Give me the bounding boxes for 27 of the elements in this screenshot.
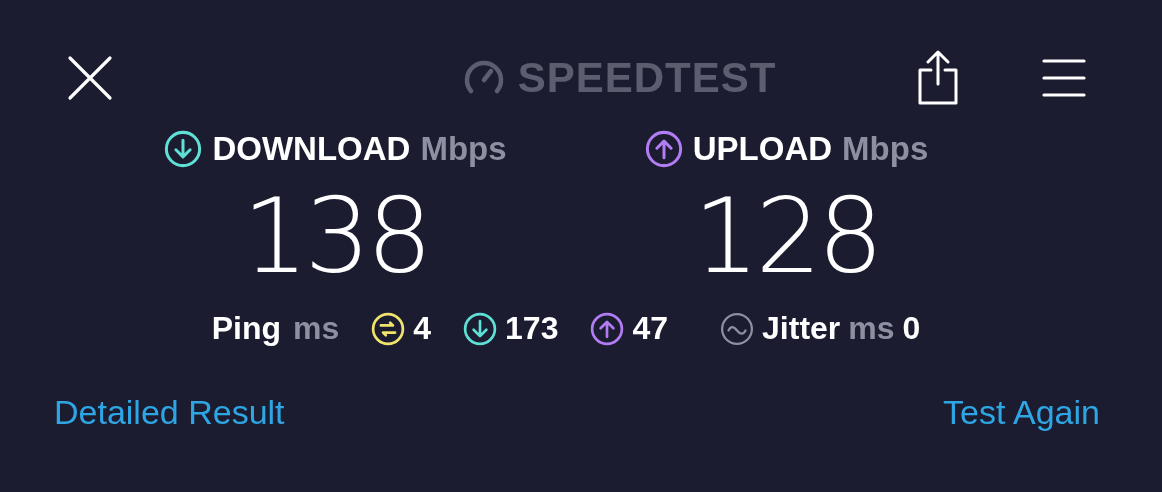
ping-icon (371, 311, 406, 346)
download-icon (463, 311, 498, 346)
menu-icon[interactable] (1042, 58, 1086, 98)
gauge-icon (463, 60, 504, 96)
ping-value: 47 (632, 310, 669, 347)
upload-icon (590, 311, 625, 346)
upload-icon (644, 130, 683, 168)
link[interactable]: Test Again (943, 393, 1100, 432)
share-icon[interactable] (916, 50, 960, 106)
close-icon[interactable] (66, 54, 114, 102)
jitter-icon (720, 311, 755, 346)
speed-value: 138 (242, 176, 429, 296)
link[interactable]: Detailed Result (54, 393, 285, 432)
jitter-value: 0 (902, 310, 921, 347)
ping-value: 173 (505, 310, 559, 347)
app-logo-text: SPEEDTEST (517, 54, 777, 102)
unit-label: Mbps (842, 130, 929, 168)
jitter-label: Jitter (762, 310, 841, 347)
ping-value: 4 (413, 310, 432, 347)
unit-label: Mbps (420, 130, 507, 168)
metric-label: DOWNLOAD (212, 130, 411, 168)
unit-label: ms (848, 310, 895, 347)
metric-label: UPLOAD (692, 130, 833, 168)
ping-label: Ping (211, 310, 281, 347)
speed-value: 128 (693, 176, 880, 296)
unit-label: ms (293, 310, 340, 347)
download-icon (164, 130, 203, 168)
